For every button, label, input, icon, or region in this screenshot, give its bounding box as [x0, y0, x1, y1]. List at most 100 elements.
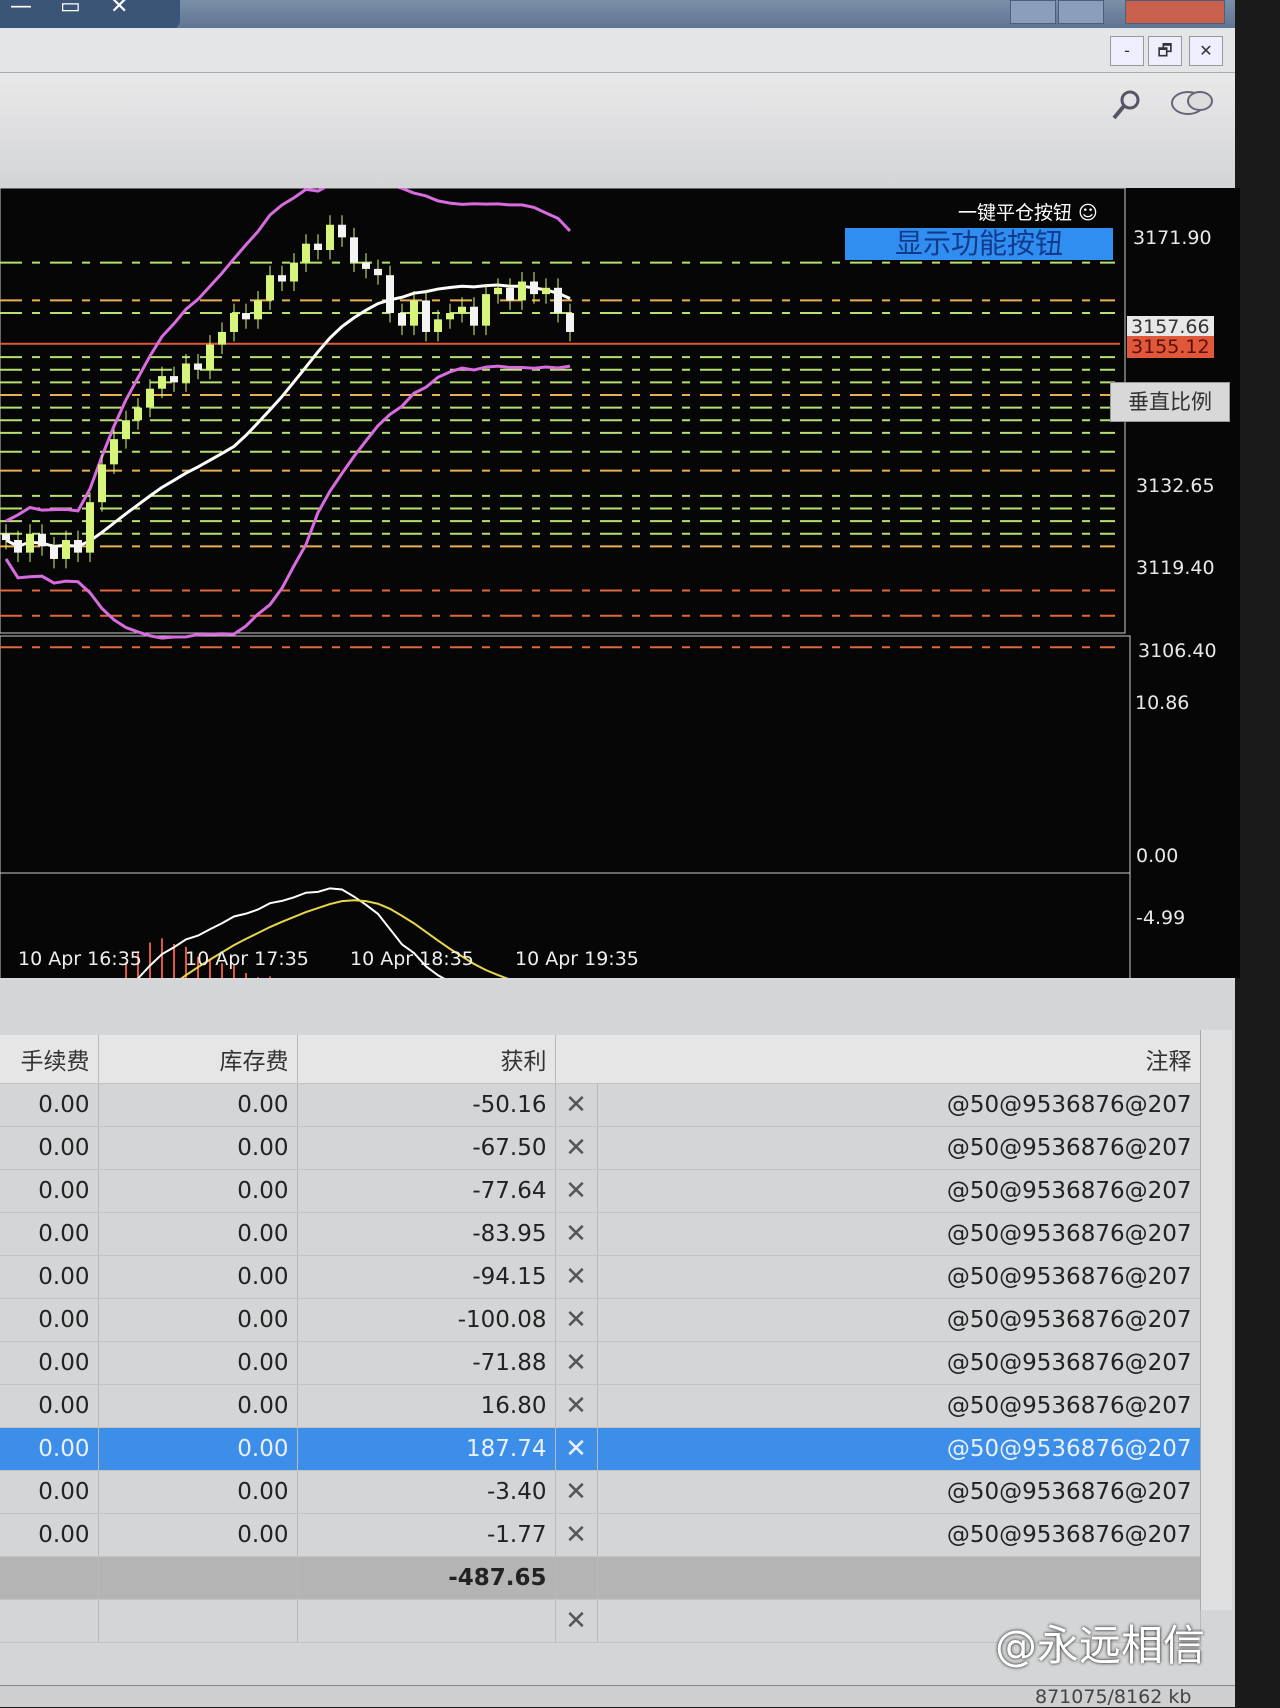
table-row[interactable]: 0.00 0.00 187.74 ✕ @50@9536876@207 [0, 1427, 1201, 1471]
table-row[interactable]: 0.00 0.00 -3.40 ✕ @50@9536876@207 [0, 1470, 1201, 1514]
candle [434, 319, 442, 332]
table-header: 手续费 库存费 获利 注释 [0, 1035, 1201, 1084]
close-order-button[interactable]: ✕ [555, 1212, 598, 1256]
commission-cell: 0.00 [0, 1470, 99, 1514]
profit-cell: -83.95 [297, 1212, 556, 1256]
macd-label: -4.99 [1136, 907, 1186, 929]
close-order-button[interactable]: ✕ [555, 1126, 598, 1170]
candle [182, 363, 190, 383]
macd-frame [0, 635, 1131, 978]
table-row[interactable]: 0.00 0.00 -1.77 ✕ @50@9536876@207 [0, 1513, 1201, 1557]
table-scrollbar[interactable] [1200, 1030, 1232, 1610]
candle [230, 313, 238, 332]
profit-cell: -67.50 [297, 1126, 556, 1170]
vertical-scale-button[interactable]: 垂直比例 [1110, 382, 1230, 422]
close-order-button[interactable]: ✕ [555, 1513, 598, 1557]
candle [542, 287, 550, 295]
commission-cell: 0.00 [0, 1427, 99, 1471]
col-commission[interactable]: 手续费 [0, 1035, 99, 1084]
chat-icon[interactable] [1168, 87, 1216, 123]
swap-cell: 0.00 [98, 1470, 298, 1514]
table-row[interactable]: 0.00 0.00 -67.50 ✕ @50@9536876@207 [0, 1126, 1201, 1170]
commission-cell: 0.00 [0, 1126, 99, 1170]
candle [242, 313, 250, 320]
comment-cell: @50@9536876@207 [597, 1212, 1201, 1256]
ask-price-tag: 3155.12 [1127, 336, 1214, 358]
candle [494, 287, 502, 295]
comment-cell: @50@9536876@207 [597, 1298, 1201, 1342]
comment-cell: @50@9536876@207 [597, 1083, 1201, 1127]
candle [302, 243, 310, 263]
time-label: 10 Apr 18:35 [350, 948, 474, 970]
candle [338, 224, 346, 238]
maximize-button[interactable] [1058, 0, 1104, 24]
minimize-icon[interactable]: — [10, 0, 32, 19]
candle [218, 331, 226, 345]
table-row[interactable]: 0.00 0.00 -77.64 ✕ @50@9536876@207 [0, 1169, 1201, 1213]
table-row[interactable]: 0.00 0.00 -100.08 ✕ @50@9536876@207 [0, 1298, 1201, 1342]
close-button[interactable] [1125, 0, 1225, 24]
commission-cell: 0.00 [0, 1083, 99, 1127]
close-order-button[interactable]: ✕ [555, 1083, 598, 1127]
chart-canvas[interactable] [0, 188, 1240, 978]
candle [278, 275, 286, 282]
col-comment[interactable]: 注释 [597, 1035, 1201, 1084]
empty [597, 1556, 1201, 1600]
close-order-button[interactable]: ✕ [555, 1470, 598, 1514]
swap-cell: 0.00 [98, 1255, 298, 1299]
profit-cell: -100.08 [297, 1298, 556, 1342]
close-order-button[interactable]: ✕ [555, 1255, 598, 1299]
comment-cell: @50@9536876@207 [597, 1255, 1201, 1299]
terminal-window: — ▭ ✕ - 🗗 ✕ 一键平仓按钮 ☺ 显示功能按钮 3171.90 3157… [0, 0, 1240, 1708]
price-label: 3119.40 [1136, 557, 1215, 579]
chart-restore-button[interactable]: 🗗 [1148, 36, 1182, 66]
table-row[interactable]: 0.00 0.00 -71.88 ✕ @50@9536876@207 [0, 1341, 1201, 1385]
minimize-button[interactable] [1010, 0, 1056, 24]
commission-cell: 0.00 [0, 1384, 99, 1428]
chart-close-button[interactable]: ✕ [1189, 36, 1223, 66]
profit-cell: 16.80 [297, 1384, 556, 1428]
swap-cell: 0.00 [98, 1513, 298, 1557]
candle [50, 546, 58, 559]
traffic-text: 871075/8162 kb [1035, 1686, 1192, 1708]
comment-cell: @50@9536876@207 [597, 1427, 1201, 1471]
swap-cell: 0.00 [98, 1298, 298, 1342]
chart-minimize-button[interactable]: - [1110, 36, 1144, 66]
candle [110, 439, 118, 465]
candle [518, 281, 526, 301]
price-chart[interactable] [0, 188, 1240, 978]
candle [266, 275, 274, 301]
candle [446, 313, 454, 320]
table-row[interactable]: 0.00 0.00 -83.95 ✕ @50@9536876@207 [0, 1212, 1201, 1256]
table-row[interactable]: 0.00 0.00 -50.16 ✕ @50@9536876@207 [0, 1083, 1201, 1127]
title-bar: — ▭ ✕ [0, 0, 1235, 30]
close-order-button[interactable]: ✕ [555, 1169, 598, 1213]
candle [554, 287, 562, 314]
magnifier-icon[interactable] [1110, 88, 1144, 122]
close-order-button[interactable]: ✕ [555, 1298, 598, 1342]
profit-cell: -50.16 [297, 1083, 556, 1127]
close-order-button[interactable]: ✕ [555, 1341, 598, 1385]
candle [482, 294, 490, 326]
time-label: 10 Apr 17:35 [185, 948, 309, 970]
candle [194, 363, 202, 370]
col-profit[interactable]: 获利 [297, 1035, 556, 1084]
watermark: @永远相信 [995, 1621, 1206, 1670]
one-key-close-label[interactable]: 一键平仓按钮 ☺ [958, 198, 1098, 225]
table-row[interactable]: 0.00 0.00 16.80 ✕ @50@9536876@207 [0, 1384, 1201, 1428]
candle [38, 533, 46, 547]
show-function-button[interactable]: 显示功能按钮 [845, 228, 1113, 260]
col-swap[interactable]: 库存费 [98, 1035, 298, 1084]
close-icon[interactable]: ✕ [110, 0, 128, 19]
price-label: 3171.90 [1133, 227, 1212, 249]
close-order-button[interactable]: ✕ [555, 1599, 598, 1643]
comment-cell: @50@9536876@207 [597, 1384, 1201, 1428]
restore-icon[interactable]: ▭ [60, 0, 81, 19]
close-order-button[interactable]: ✕ [555, 1427, 598, 1471]
candle [62, 540, 70, 559]
status-bar: 871075/8162 kb [0, 1685, 1235, 1708]
candle [422, 300, 430, 332]
close-order-button[interactable]: ✕ [555, 1384, 598, 1428]
swap-cell: 0.00 [98, 1212, 298, 1256]
table-row[interactable]: 0.00 0.00 -94.15 ✕ @50@9536876@207 [0, 1255, 1201, 1299]
